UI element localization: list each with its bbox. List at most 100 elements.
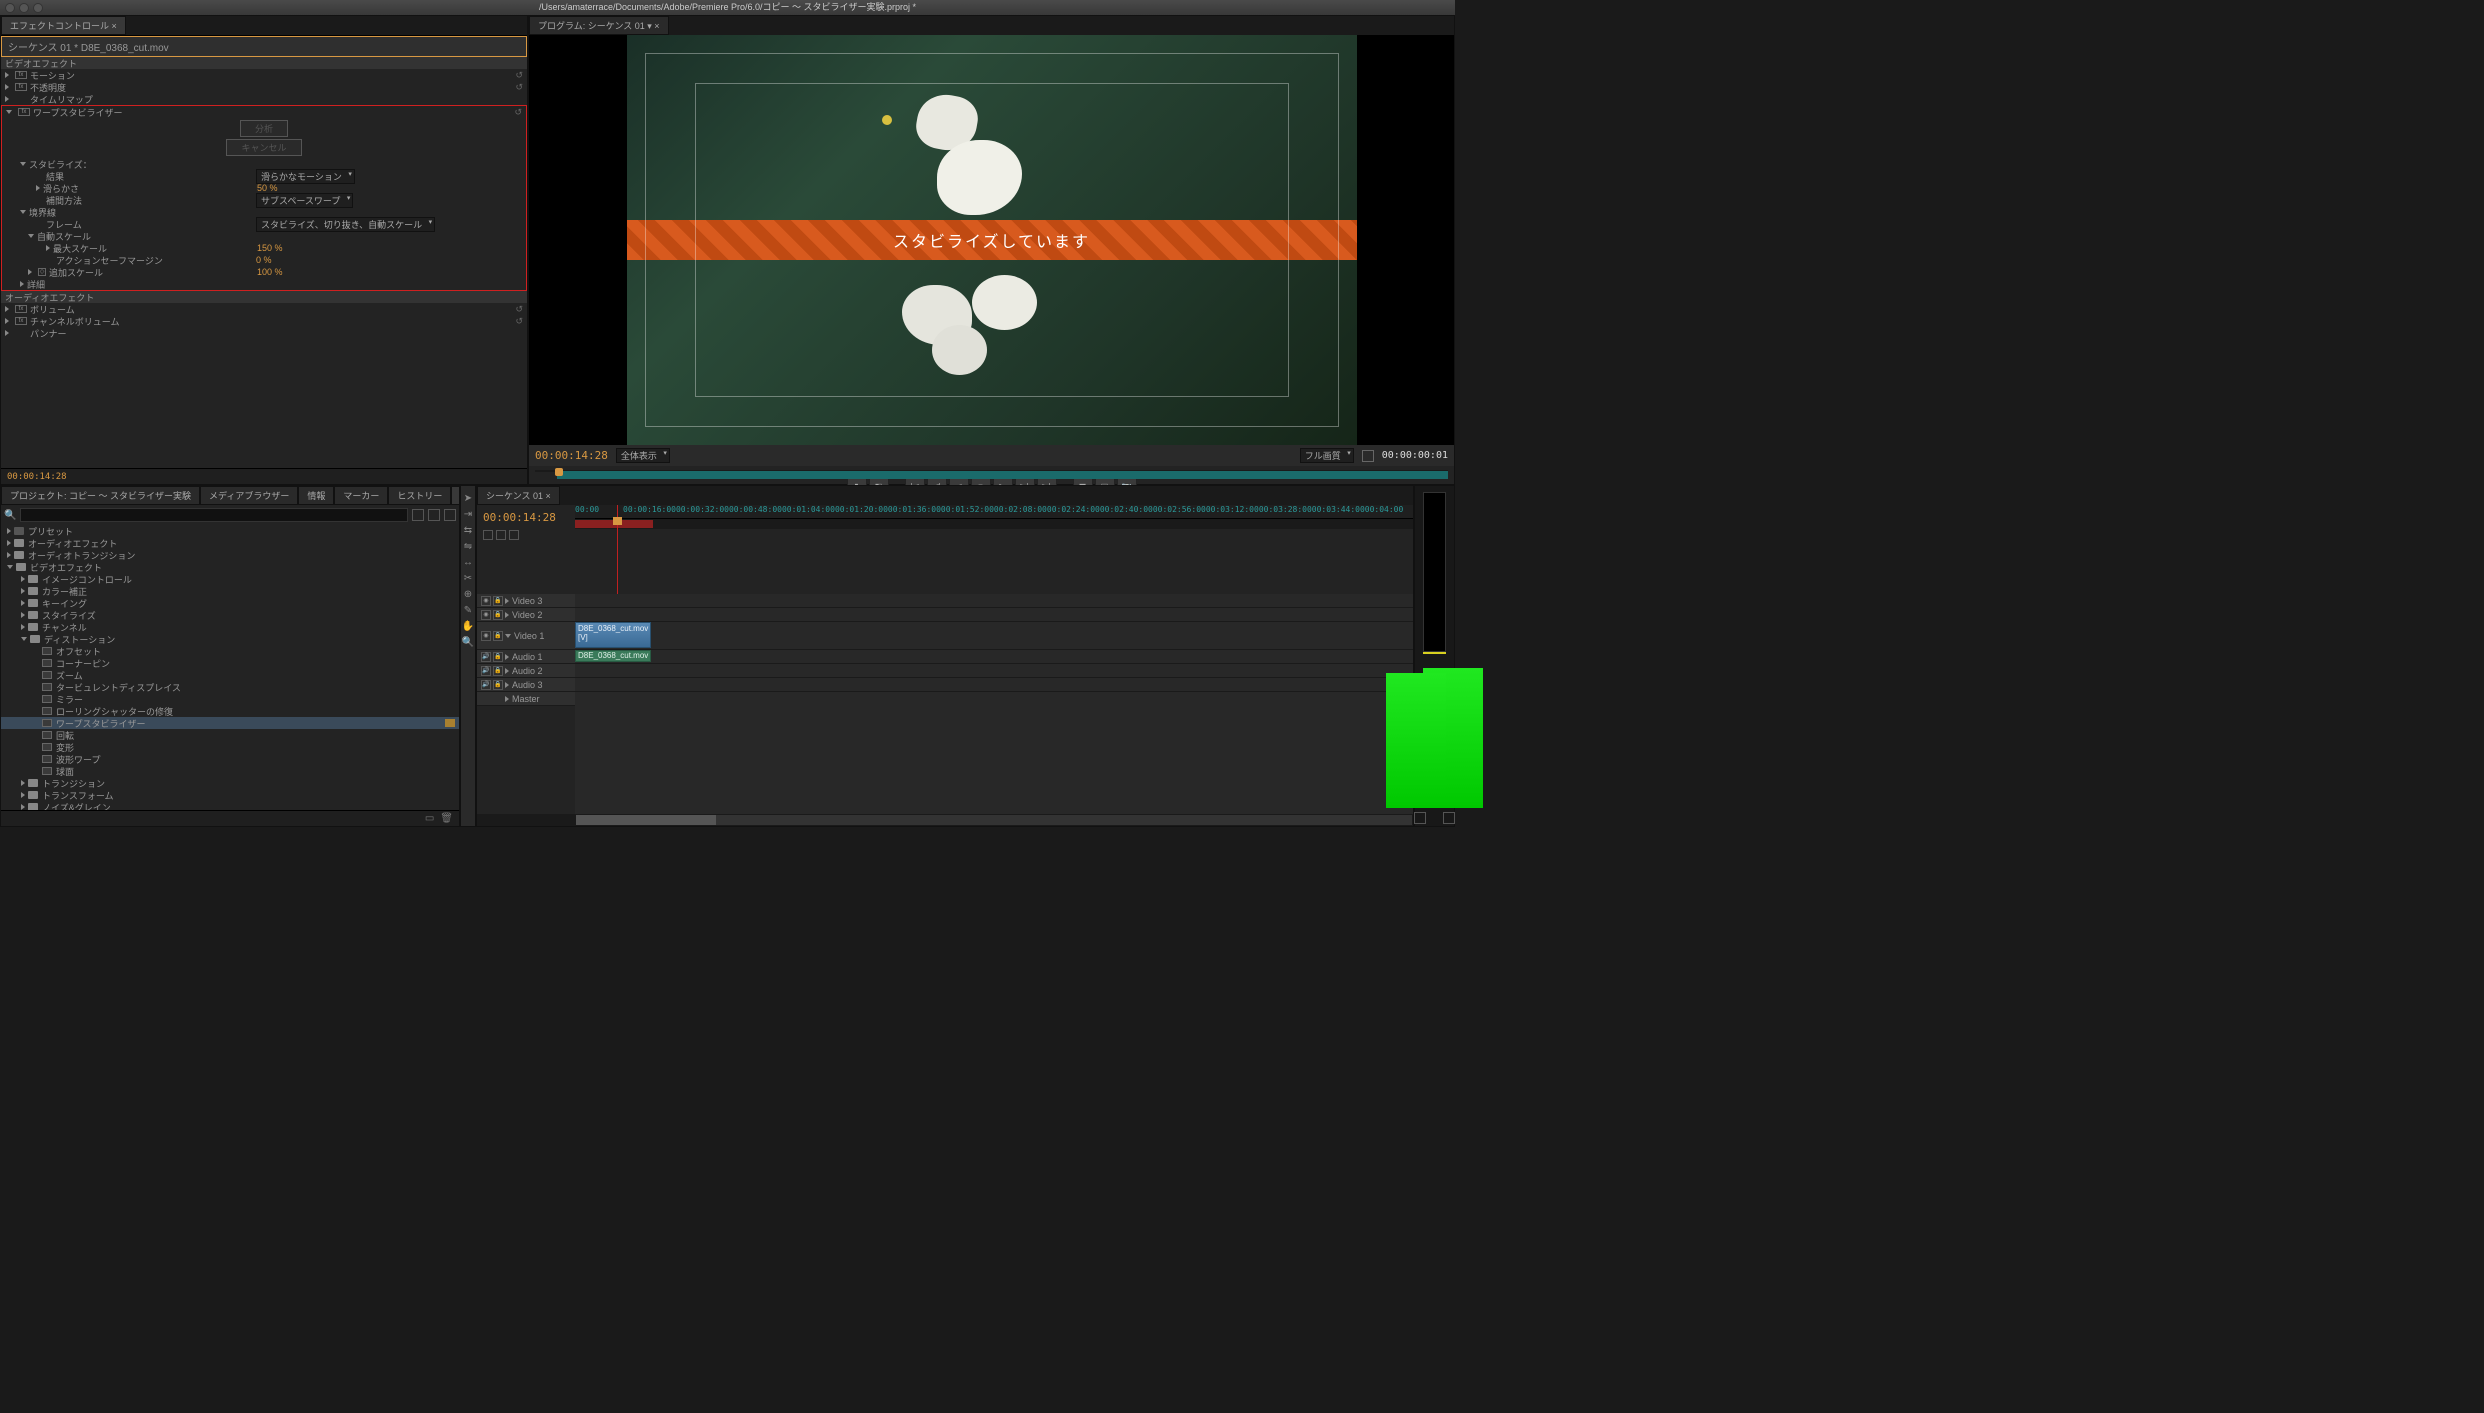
reset-icon[interactable]: ↺ (515, 70, 523, 81)
effects-tree-item[interactable]: ディストーション (1, 633, 459, 645)
frame-dropdown[interactable]: スタビライズ、切り抜き、自動スケール (256, 217, 435, 232)
program-tab[interactable]: プログラム: シーケンス 01 ▾ × (529, 16, 669, 35)
rolling-edit-tool[interactable]: ⇋ (461, 539, 475, 553)
effects-tree-item[interactable]: ズーム (1, 669, 459, 681)
track-toggle[interactable]: 🔊 (481, 652, 491, 662)
track-lock[interactable]: 🔒 (493, 596, 503, 606)
zoom-dropdown[interactable]: 全体表示 (616, 448, 670, 463)
effects-tree-item[interactable]: トランスフォーム (1, 789, 459, 801)
filter-icon-1[interactable] (412, 509, 424, 521)
playhead-marker[interactable] (555, 468, 563, 476)
program-scrubber[interactable] (557, 471, 1448, 479)
effect-controls-tab[interactable]: エフェクトコントロール × (1, 16, 126, 35)
project-tab[interactable]: ヒストリー (388, 486, 451, 505)
track-toggle[interactable]: 🔊 (481, 680, 491, 690)
track-toggle[interactable]: ◉ (481, 631, 491, 641)
track-lock[interactable]: 🔒 (493, 680, 503, 690)
sequence-tab[interactable]: シーケンス 01 × (477, 486, 560, 505)
effects-tree-item[interactable]: カラー補正 (1, 585, 459, 597)
snap-icon[interactable] (483, 530, 493, 540)
advanced-group[interactable]: 詳細 (27, 278, 45, 291)
video-frame[interactable]: スタビライズしています (627, 35, 1357, 445)
reset-icon[interactable]: ↺ (515, 304, 523, 315)
ruler-tick[interactable]: 00:02:24:00 (1047, 505, 1100, 518)
ruler-tick[interactable]: 00:00:48:00 (729, 505, 782, 518)
ruler-tick[interactable]: 00:02:40:00 (1100, 505, 1153, 518)
timeline-scrollbar[interactable] (576, 815, 1412, 825)
ruler-tick[interactable]: 00:01:04:00 (782, 505, 835, 518)
project-tab[interactable]: メディアブラウザー (200, 486, 298, 505)
effects-tree-item[interactable]: スタイライズ (1, 609, 459, 621)
ruler-tick[interactable]: 00:01:52:00 (941, 505, 994, 518)
effects-tree-item[interactable]: タービュレントディスプレイス (1, 681, 459, 693)
solo-right-button[interactable] (1414, 812, 1426, 824)
reset-icon[interactable]: ↺ (514, 107, 522, 118)
project-tab[interactable]: エフェクト × (451, 486, 459, 505)
effects-tree-item[interactable]: ミラー (1, 693, 459, 705)
effects-tree-item[interactable]: チャンネル (1, 621, 459, 633)
track-select-tool[interactable]: ⇥ (461, 507, 475, 521)
window-controls[interactable] (5, 3, 43, 13)
track-lock[interactable]: 🔒 (493, 631, 503, 641)
track-master[interactable]: Master (512, 694, 540, 704)
warp-stabilizer-effect[interactable]: ワープスタビライザー (33, 106, 122, 119)
pen-tool[interactable]: ✎ (461, 603, 475, 617)
track-toggle[interactable]: ◉ (481, 610, 491, 620)
effects-tree-item[interactable]: トランジション (1, 777, 459, 789)
panner-effect[interactable]: パンナー (30, 327, 66, 340)
ruler-tick[interactable]: 00:02:56:00 (1153, 505, 1206, 518)
marker-icon[interactable] (496, 530, 506, 540)
method-dropdown[interactable]: サブスペースワープ (256, 193, 353, 208)
track-lock[interactable]: 🔒 (493, 652, 503, 662)
trash-icon[interactable]: 🗑 (440, 813, 453, 824)
ripple-edit-tool[interactable]: ⇆ (461, 523, 475, 537)
new-bin-icon[interactable]: ▭ (425, 813, 434, 824)
effects-tree-item[interactable]: オーディオエフェクト (1, 537, 459, 549)
project-tab[interactable]: 情報 (298, 486, 334, 505)
effects-tree-item[interactable]: ワープスタビライザー (1, 717, 459, 729)
track-a1[interactable]: Audio 1 (512, 652, 543, 662)
video-clip[interactable]: D8E_0368_cut.mov [V] (575, 622, 651, 648)
effects-tree-item[interactable]: イメージコントロール (1, 573, 459, 585)
track-a3[interactable]: Audio 3 (512, 680, 543, 690)
program-left-timecode[interactable]: 00:00:14:28 (535, 449, 608, 462)
result-dropdown[interactable]: 滑らかなモーション (256, 169, 355, 184)
track-lock[interactable]: 🔒 (493, 610, 503, 620)
playhead-handle[interactable] (613, 517, 622, 525)
track-a2[interactable]: Audio 2 (512, 666, 543, 676)
project-tab[interactable]: マーカー (334, 486, 388, 505)
keyframe-icon[interactable]: ◇ (38, 268, 46, 276)
effects-tree-item[interactable]: コーナーピン (1, 657, 459, 669)
ruler-tick[interactable]: 00:03:44:00 (1312, 505, 1365, 518)
effects-tree-item[interactable]: プリセット (1, 525, 459, 537)
ruler-tick[interactable]: 00:01:20:00 (835, 505, 888, 518)
filter-icon-2[interactable] (428, 509, 440, 521)
addscale-value[interactable]: 100 % (257, 267, 283, 277)
effects-tree-item[interactable]: 波形ワープ (1, 753, 459, 765)
effects-tree-item[interactable]: 球面 (1, 765, 459, 777)
maxscale-value[interactable]: 150 % (257, 243, 283, 253)
effects-tree-item[interactable]: ビデオエフェクト (1, 561, 459, 573)
effects-tree-item[interactable]: ローリングシャッターの修復 (1, 705, 459, 717)
selection-tool[interactable]: ➤ (461, 491, 475, 505)
track-toggle[interactable]: ◉ (481, 596, 491, 606)
filter-icon-3[interactable] (444, 509, 456, 521)
effects-tree-item[interactable]: オーディオトランジション (1, 549, 459, 561)
settings-icon[interactable] (509, 530, 519, 540)
program-right-timecode[interactable]: 00:00:00:01 (1382, 450, 1448, 461)
ruler-tick[interactable]: 00:00:32:00 (676, 505, 729, 518)
wrench-icon[interactable] (1362, 450, 1374, 462)
slip-tool[interactable]: ⊕ (461, 587, 475, 601)
effects-tree-item[interactable]: ノイズ&グレイン (1, 801, 459, 810)
reset-icon[interactable]: ↺ (515, 82, 523, 93)
ruler-tick[interactable]: 00:03:28:00 (1259, 505, 1312, 518)
ruler-tick[interactable]: 00:04:00 (1365, 505, 1413, 518)
ruler-tick[interactable]: 00:02:08:00 (994, 505, 1047, 518)
ruler-tick[interactable]: 00:00:16:00 (623, 505, 676, 518)
timeremap-effect[interactable]: タイムリマップ (30, 93, 93, 106)
rate-stretch-tool[interactable]: ↔ (461, 555, 475, 569)
zoom-tool[interactable]: 🔍 (461, 635, 475, 649)
effects-tree-item[interactable]: オフセット (1, 645, 459, 657)
solo-left-button[interactable] (1443, 812, 1455, 824)
razor-tool[interactable]: ✂ (461, 571, 475, 585)
